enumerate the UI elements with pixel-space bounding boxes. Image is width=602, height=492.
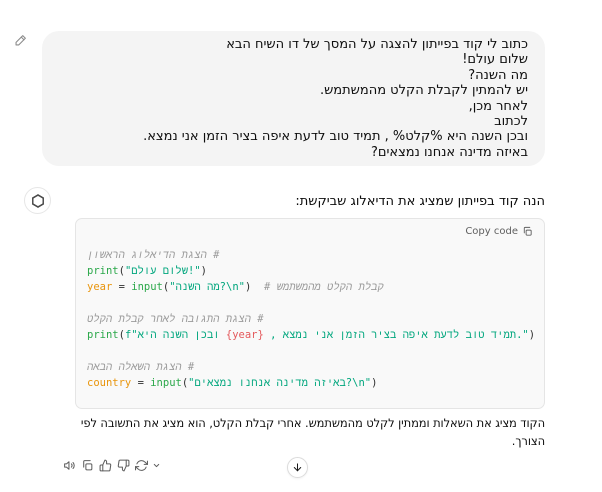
assistant-intro-text: הנה קוד בפייתון שמציג את הדיאלוג שביקשת: [295, 194, 545, 209]
user-message-line: ובכן השנה היא %קלט% , תמיד טוב לדעת איפה… [143, 129, 528, 145]
code-line: # הצגת השאלה הבאה [87, 359, 533, 375]
edit-message-button[interactable] [14, 33, 28, 47]
code-token-plain: ) [200, 265, 207, 277]
code-token-builtin: print [87, 329, 119, 341]
code-content: # הצגת הדיאלוג הראשון print("שלום עולם!")… [76, 237, 544, 401]
arrow-down-icon [293, 463, 302, 472]
code-token-plain: ) [528, 329, 536, 341]
thumbs-down-button[interactable] [117, 459, 130, 472]
openai-logo-icon [31, 193, 44, 208]
code-token-plain: = [112, 281, 132, 293]
copy-icon [83, 460, 93, 471]
code-line: # הצגת התגובה לאחר קבלת הקלט [87, 311, 533, 327]
message-action-bar [63, 459, 161, 472]
regenerate-options-button[interactable] [152, 461, 161, 470]
scroll-to-bottom-button[interactable] [287, 457, 308, 478]
code-block: Copy code # הצגת הדיאלוג הראשון print("של… [75, 218, 545, 409]
regenerate-icon [135, 460, 148, 471]
code-line: print(f"ובכן השנה היא {year} , תמיד טוב … [87, 327, 536, 343]
code-token-builtin: input [150, 377, 182, 389]
code-token-string: , תמיד טוב לדעת איפה בציר הזמן אני נמצא.… [263, 329, 529, 341]
assistant-outro-line: הקוד מציג את השאלות וממתין לקלט מהמשתמש.… [80, 416, 545, 430]
assistant-outro-line: הצורך. [511, 434, 545, 448]
regenerate-button[interactable] [135, 459, 148, 472]
code-token-builtin: input [131, 281, 163, 293]
code-line: year = input("מה השנה?\n") # קבלת הקלט מ… [87, 279, 533, 295]
code-line: # הצגת הדיאלוג הראשון [87, 247, 533, 263]
code-token-comment: # קבלת הקלט מהמשתמש [263, 281, 384, 293]
code-token-string: f"ובכן השנה היא [124, 329, 226, 341]
user-message-line: לאחר מכן, [468, 98, 528, 114]
code-token-variable: country [87, 377, 132, 389]
chevron-down-icon [153, 463, 160, 468]
thumbs-up-icon [99, 459, 112, 472]
thumbs-up-button[interactable] [99, 459, 112, 472]
pencil-icon [15, 35, 26, 46]
code-token-comment: # הצגת התגובה לאחר קבלת הקלט [87, 313, 264, 325]
assistant-outro-text: הקוד מציג את השאלות וממתין לקלט מהמשתמש.… [81, 414, 545, 450]
user-message-line: יש להמתין לקבלת הקלט מהמשתמש. [319, 83, 528, 99]
code-token-string: "באיזה מדינה אנחנו נמצאים?\n" [188, 377, 372, 389]
read-aloud-button[interactable] [63, 459, 76, 472]
code-token-comment: # הצגת השאלה הבאה [87, 361, 195, 373]
copy-icon [523, 226, 532, 236]
copy-code-button[interactable]: Copy code [76, 219, 544, 237]
code-token-plain: ) [371, 377, 378, 389]
code-token-plain: = [131, 377, 151, 389]
code-token-string: "שלום עולם!" [124, 265, 201, 277]
user-message-bubble: כתוב לי קוד בפייתון להצגה על המסך של דו … [42, 31, 545, 166]
speaker-icon [64, 461, 75, 470]
user-message-line: כתוב לי קוד בפייתון להצגה על המסך של דו … [226, 37, 528, 52]
copy-message-button[interactable] [81, 459, 94, 472]
code-token-builtin: print [87, 265, 119, 277]
user-message-line: לכתוב [494, 114, 528, 130]
copy-code-label: Copy code [465, 226, 518, 237]
code-token-comment: # הצגת הדיאלוג הראשון [87, 249, 220, 261]
code-token-variable: year [87, 281, 113, 293]
user-message-line: באיזה מדינה אנחנו נמצאים? [370, 144, 528, 160]
thumbs-down-icon [117, 459, 130, 472]
code-token-subst: {year} [225, 329, 264, 341]
user-message-line: שלום עולם! [462, 52, 528, 68]
code-line: country = input("באיזה מדינה אנחנו נמצאי… [87, 375, 533, 391]
assistant-avatar [24, 187, 51, 214]
code-line: print("שלום עולם!") [87, 263, 533, 279]
code-token-string: "מה השנה?\n" [169, 281, 245, 293]
user-message-line: מה השנה? [468, 67, 528, 83]
code-token-plain: ) [244, 281, 264, 293]
